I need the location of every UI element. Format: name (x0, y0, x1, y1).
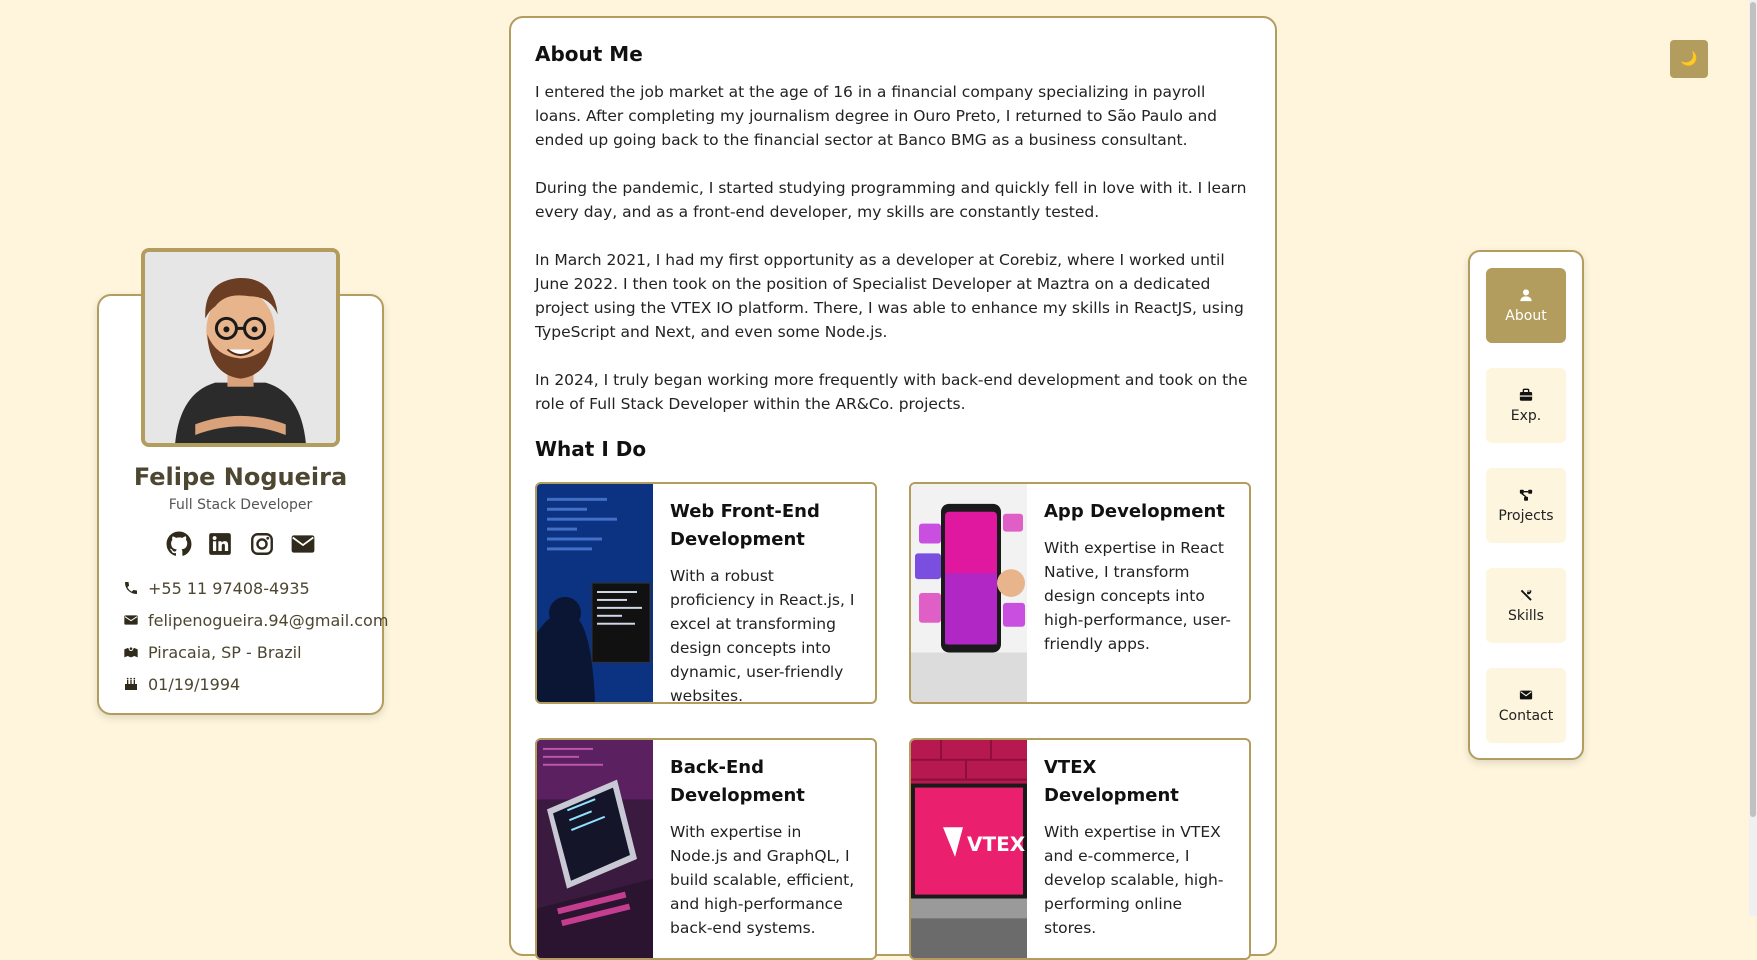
theme-toggle-button[interactable]: 🌙 (1670, 40, 1708, 78)
nav-item-about[interactable]: About (1486, 268, 1566, 343)
service-card-backend: Back-End Development With expertise in N… (535, 738, 877, 960)
nav-item-contact[interactable]: Contact (1486, 668, 1566, 743)
contact-phone: +55 11 97408-4935 (122, 572, 388, 604)
service-title: VTEX Development (1044, 757, 1179, 806)
cake-icon (122, 676, 140, 692)
about-text: I entered the job market at the age of 1… (535, 80, 1253, 440)
envelope-icon (1519, 688, 1533, 702)
service-body: App Development With expertise in React … (1044, 498, 1234, 656)
contact-birthday-text: 01/19/1994 (148, 674, 241, 694)
envelope-icon[interactable] (290, 531, 316, 557)
contact-birthday: 01/19/1994 (122, 668, 388, 700)
about-paragraph: During the pandemic, I started studying … (535, 179, 1247, 221)
nav-item-skills[interactable]: Skills (1486, 568, 1566, 643)
phone-icon (122, 580, 140, 596)
briefcase-icon (1519, 388, 1533, 402)
service-card-app: App Development With expertise in React … (909, 482, 1251, 704)
nav-item-projects[interactable]: Projects (1486, 468, 1566, 543)
about-paragraph: I entered the job market at the age of 1… (535, 83, 1217, 149)
nav-label: Projects (1498, 507, 1554, 524)
service-card-vtex: VTEX VTEX Development With expertise in … (909, 738, 1251, 960)
tools-icon (1519, 588, 1533, 602)
service-description: With expertise in VTEX and e-commerce, I… (1044, 823, 1224, 937)
instagram-icon[interactable] (249, 531, 275, 557)
nav-item-experience[interactable]: Exp. (1486, 368, 1566, 443)
service-body: Web Front-End Development With a robust … (670, 498, 860, 704)
contact-list: +55 11 97408-4935 felipenogueira.94@gmai… (122, 572, 388, 700)
contact-email: felipenogueira.94@gmail.com (122, 604, 388, 636)
diagram-icon (1519, 488, 1533, 502)
nav-label: About (1505, 307, 1547, 324)
service-description: With expertise in React Native, I transf… (1044, 539, 1231, 653)
scrollbar-thumb[interactable] (1750, 2, 1756, 817)
service-title: App Development (1044, 501, 1225, 522)
vtex-image: VTEX (911, 740, 1027, 958)
nav-label: Skills (1508, 607, 1544, 624)
profile-name: Felipe Nogueira (133, 463, 348, 491)
contact-phone-text: +55 11 97408-4935 (148, 578, 310, 598)
service-description: With a robust proficiency in React.js, I… (670, 567, 855, 704)
side-nav: About Exp. Projects Skills Contact (1468, 250, 1584, 760)
linkedin-icon[interactable] (207, 531, 233, 557)
envelope-icon (122, 612, 140, 628)
web-frontend-image (537, 484, 653, 702)
avatar-illustration (145, 252, 336, 443)
moon-icon: 🌙 (1680, 51, 1698, 67)
service-card-web-frontend: Web Front-End Development With a robust … (535, 482, 877, 704)
user-icon (1519, 288, 1533, 302)
contact-email-text: felipenogueira.94@gmail.com (148, 610, 389, 630)
service-body: VTEX Development With expertise in VTEX … (1044, 754, 1234, 940)
map-location-icon (122, 644, 140, 660)
nav-label: Contact (1498, 707, 1554, 724)
contact-location-text: Piracaia, SP - Brazil (148, 642, 302, 662)
avatar (141, 248, 340, 447)
what-i-do-title: What I Do (535, 437, 647, 461)
backend-image (537, 740, 653, 958)
about-paragraph: In March 2021, I had my first opportunit… (535, 251, 1244, 341)
social-links (166, 530, 316, 558)
nav-label: Exp. (1510, 407, 1542, 424)
service-description: With expertise in Node.js and GraphQL, I… (670, 823, 855, 937)
about-paragraph: In 2024, I truly began working more freq… (535, 371, 1248, 413)
service-title: Back-End Development (670, 757, 805, 806)
vtex-logo-text: VTEX (967, 833, 1025, 856)
service-body: Back-End Development With expertise in N… (670, 754, 860, 940)
app-development-image (911, 484, 1027, 702)
about-title: About Me (535, 42, 643, 66)
profile-role: Full Stack Developer (168, 497, 313, 513)
contact-location: Piracaia, SP - Brazil (122, 636, 388, 668)
github-icon[interactable] (166, 531, 192, 557)
service-title: Web Front-End Development (670, 501, 820, 550)
